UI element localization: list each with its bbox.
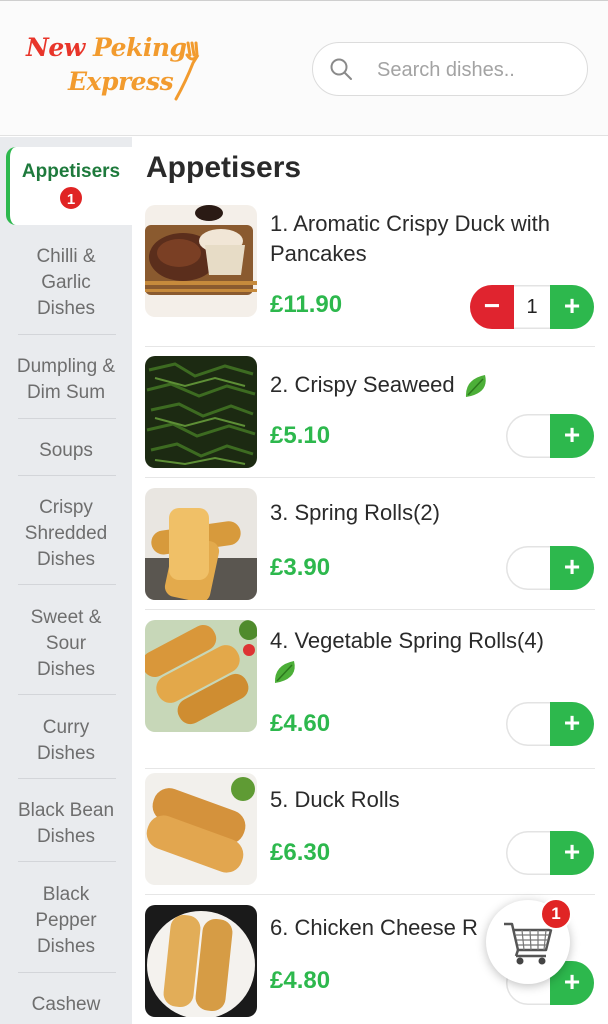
sidebar-divider: [18, 475, 116, 476]
add-to-cart-button[interactable]: +: [506, 831, 594, 875]
logo-line2: Express: [68, 67, 174, 96]
sidebar-divider: [18, 778, 116, 779]
dish-price: £4.60: [270, 710, 331, 737]
sidebar-divider: [18, 334, 116, 335]
dish-name: 5. Duck Rolls: [270, 787, 400, 812]
dish-price: £4.80: [270, 967, 331, 994]
section-title: Appetisers: [146, 151, 302, 184]
restaurant-logo[interactable]: New Peking Express: [20, 31, 210, 111]
search-input[interactable]: [377, 55, 573, 85]
dish-row[interactable]: 5. Duck Rolls £6.30 +: [132, 773, 608, 895]
search-bar[interactable]: [312, 42, 588, 96]
sidebar-item-label: Chilli & Garlic Dishes: [36, 246, 96, 319]
add-to-cart-button[interactable]: +: [506, 546, 594, 590]
cart-count-badge: 1: [540, 898, 572, 930]
dish-name: 4. Vegetable Spring Rolls(4): [270, 626, 600, 687]
dish-row[interactable]: 3. Spring Rolls(2) £3.90 +: [132, 488, 608, 610]
sidebar-divider: [18, 418, 116, 419]
dish-image: [145, 620, 257, 732]
quantity-stepper: − 1 +: [470, 285, 594, 329]
sidebar-item-label: Black Pepper Dishes: [35, 884, 97, 957]
sidebar-item-label: Curry Dishes: [36, 717, 96, 764]
dish-name: 3. Spring Rolls(2): [270, 500, 440, 525]
category-count-badge: 1: [58, 185, 84, 211]
row-divider: [145, 346, 595, 347]
row-divider: [145, 477, 595, 478]
dish-price: £11.90: [270, 291, 343, 318]
sidebar-item-label: Dumpling & Dim Sum: [16, 356, 116, 403]
sidebar-divider: [18, 861, 116, 862]
dish-price: £5.10: [270, 422, 331, 449]
vegetarian-leaf-icon: [465, 375, 486, 398]
dish-row[interactable]: 4. Vegetable Spring Rolls(4) £4.60 +: [132, 620, 608, 772]
quantity-value: 1: [526, 296, 538, 318]
dish-name: 2. Crispy Seaweed: [270, 370, 600, 401]
logo-line1: New Peking: [26, 33, 187, 62]
sidebar-item-black-bean[interactable]: Black Bean Dishes: [0, 798, 132, 850]
sidebar-item-label: Crispy Shredded Dishes: [24, 497, 108, 570]
increase-button[interactable]: +: [550, 702, 594, 746]
sidebar-divider: [18, 584, 116, 585]
sidebar-item-label: Black Bean Dishes: [17, 800, 115, 847]
increase-button[interactable]: +: [550, 831, 594, 875]
dish-name: 1. Aromatic Crispy Duck with Pancakes: [270, 211, 550, 266]
dish-list-panel: Appetisers 1. Aromatic Crispy Duck with …: [132, 137, 608, 1024]
sidebar-item-chilli-garlic[interactable]: Chilli & Garlic Dishes: [0, 244, 132, 322]
dish-price: £6.30: [270, 839, 331, 866]
dish-image: [145, 905, 257, 1017]
dish-row[interactable]: 1. Aromatic Crispy Duck with Pancakes £1…: [132, 205, 608, 347]
fork-icon: [174, 41, 200, 101]
sidebar-divider: [18, 972, 116, 973]
sidebar-item-sweet-sour[interactable]: Sweet & Sour Dishes: [0, 605, 132, 683]
decrease-button[interactable]: −: [470, 285, 514, 329]
sidebar-item-dumpling-dim-sum[interactable]: Dumpling & Dim Sum: [0, 354, 132, 406]
sidebar-item-label: Appetisers: [21, 161, 121, 182]
dish-image: [145, 488, 257, 600]
dish-image: [145, 205, 257, 317]
dish-price: £3.90: [270, 554, 331, 581]
dish-image: [145, 773, 257, 885]
sidebar-item-black-pepper[interactable]: Black Pepper Dishes: [0, 882, 132, 960]
sidebar-item-crispy-shredded[interactable]: Crispy Shredded Dishes: [0, 495, 132, 573]
row-divider: [145, 894, 595, 895]
sidebar-item-label: Soups: [39, 440, 93, 461]
sidebar-divider: [18, 694, 116, 695]
row-divider: [145, 609, 595, 610]
dish-row[interactable]: 2. Crispy Seaweed £5.10 +: [132, 356, 608, 478]
sidebar-item-cashew[interactable]: Cashew: [0, 992, 132, 1018]
sidebar-item-appetisers[interactable]: Appetisers 1: [6, 147, 132, 225]
header: New Peking Express: [0, 0, 608, 136]
increase-button[interactable]: +: [550, 285, 594, 329]
increase-button[interactable]: +: [550, 414, 594, 458]
row-divider: [145, 768, 595, 769]
add-to-cart-button[interactable]: +: [506, 702, 594, 746]
sidebar-item-curry[interactable]: Curry Dishes: [0, 715, 132, 767]
sidebar-item-soups[interactable]: Soups: [0, 438, 132, 464]
sidebar-item-label: Cashew: [31, 994, 101, 1015]
dish-image: [145, 356, 257, 468]
add-to-cart-button[interactable]: +: [506, 414, 594, 458]
increase-button[interactable]: +: [550, 546, 594, 590]
search-icon: [330, 58, 352, 80]
sidebar-item-label: Sweet & Sour Dishes: [30, 607, 102, 680]
category-sidebar: Appetisers 1 Chilli & Garlic Dishes Dump…: [0, 137, 132, 1024]
vegetarian-leaf-icon: [274, 661, 295, 684]
